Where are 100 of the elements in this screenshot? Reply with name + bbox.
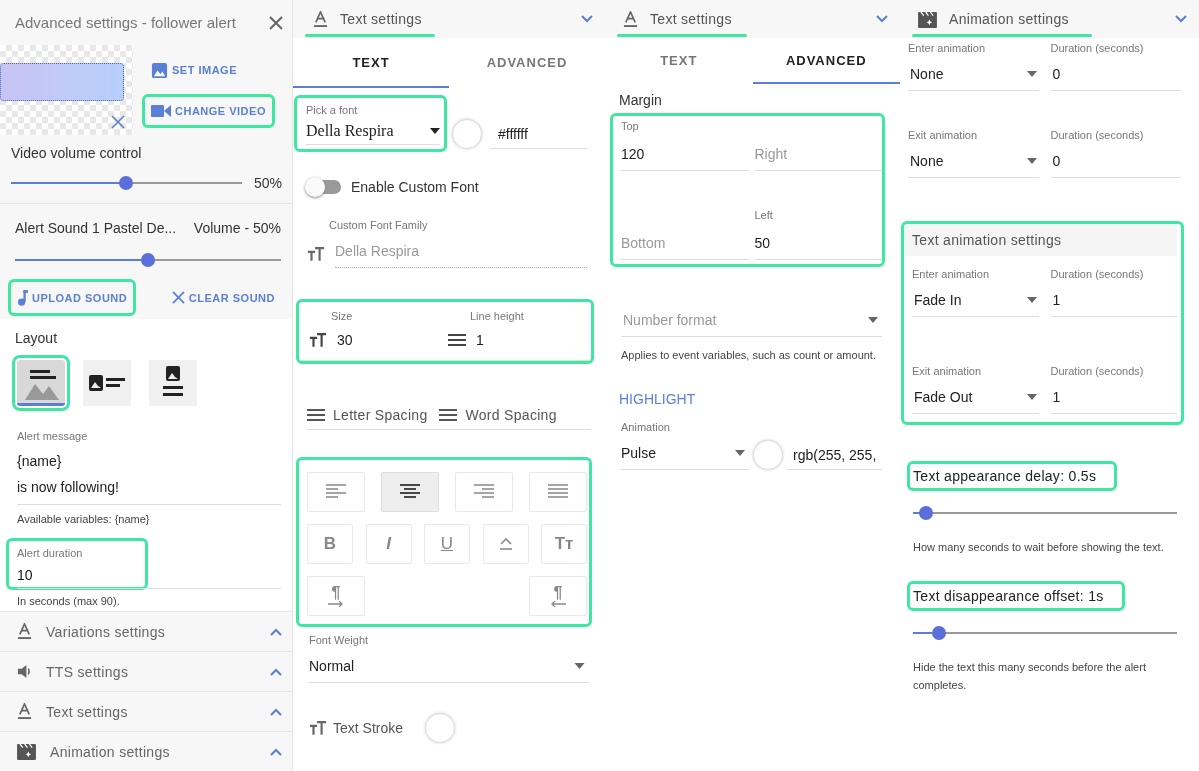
text-size-icon [307, 247, 325, 262]
color-value-field[interactable]: rgb(255, 255, [787, 443, 882, 470]
text-direction-button[interactable]: ¶ [307, 576, 365, 616]
image-icon [151, 61, 168, 79]
helper-text: In seconds (max 90). [16, 595, 121, 607]
text-format-icon [623, 10, 638, 28]
duration-field[interactable]: 0 [1050, 64, 1181, 91]
tab[interactable]: TEXT [293, 38, 449, 88]
remove-icon[interactable] [111, 115, 125, 129]
tab[interactable]: ADVANCED [449, 38, 605, 88]
chevron-up-icon [270, 627, 282, 636]
chevron-down-icon [581, 15, 593, 23]
layout-option[interactable] [83, 360, 131, 406]
style-button[interactable]: Tт [541, 524, 587, 564]
animation-select[interactable]: None [908, 151, 1039, 178]
animation-select[interactable]: None [908, 64, 1039, 91]
sound-button[interactable]: CLEAR SOUND [165, 282, 281, 313]
close-icon[interactable] [268, 14, 284, 31]
spacing-field[interactable]: Letter Spacing [307, 407, 428, 423]
font-select[interactable]: Pick a font Della Respira [297, 98, 444, 149]
color-swatch[interactable] [753, 440, 783, 470]
settings-section-header[interactable]: Variations settings [0, 611, 292, 651]
alert-duration-field[interactable]: Alert duration 10 [9, 541, 145, 587]
align-left-icon [326, 484, 346, 500]
spacing-field[interactable]: Word Spacing [439, 407, 557, 423]
dropdown-arrow-icon [574, 663, 585, 669]
color-hex-field[interactable]: #ffffff [490, 122, 587, 149]
animation-select[interactable]: Fade Out [912, 387, 1039, 414]
helper-text: Applies to event variables, such as count or amount. [621, 349, 877, 361]
align-button[interactable] [381, 472, 439, 512]
size-value[interactable]: 30 [337, 332, 353, 348]
media-button[interactable]: SET IMAGE [145, 54, 243, 86]
text-animation-title: Text animation settings [904, 224, 1177, 256]
section-title: Animation settings [949, 11, 1070, 27]
text-stroke-label: Text Stroke [333, 720, 404, 736]
color-swatch[interactable] [452, 119, 482, 149]
dropdown-arrow-icon [1026, 71, 1037, 77]
duration-field[interactable]: 1 [1050, 387, 1177, 414]
section-header[interactable]: Animation settings [900, 0, 1199, 38]
arrow-right-icon [328, 601, 344, 607]
duration-field[interactable]: 0 [1050, 151, 1181, 178]
dropdown-arrow-icon [868, 317, 878, 323]
style-button[interactable]: B [307, 524, 353, 564]
duration-label: Duration (seconds) [1050, 365, 1145, 377]
chevron-down-icon [1175, 15, 1187, 23]
settings-section-header[interactable]: Animation settings [0, 731, 292, 771]
text-size-icon [309, 720, 327, 736]
alert-message-field[interactable]: {name} is now following! [17, 442, 281, 505]
tab[interactable]: TEXT [605, 38, 753, 84]
dropdown-arrow-icon [430, 128, 440, 134]
font-weight-select[interactable]: Normal [309, 654, 589, 683]
tab[interactable]: ADVANCED [752, 38, 900, 84]
duration-label: Duration (seconds) [1050, 268, 1145, 280]
slider-thumb[interactable] [932, 626, 947, 640]
animation-label: Enter animation [912, 268, 991, 280]
stroke-color-swatch[interactable] [425, 713, 456, 743]
animation-select[interactable]: Pulse [621, 443, 749, 470]
clapperboard-icon [918, 10, 937, 28]
style-button[interactable]: I [365, 524, 412, 564]
line-height-value[interactable]: 1 [476, 332, 484, 348]
helper-text: Hide the text this many seconds before the alert completes. [912, 660, 1147, 693]
font-select-label: Pick a font [306, 104, 359, 116]
text-direction-button[interactable]: ¶ [529, 576, 587, 616]
lines-icon [307, 408, 325, 422]
layout-option[interactable] [149, 360, 197, 406]
chevron-up-icon [270, 747, 282, 756]
margin-label: Top [621, 120, 640, 132]
video-volume-label: Video volume control [11, 145, 143, 161]
duration-label: Duration (seconds) [1050, 42, 1145, 54]
slider-thumb[interactable] [141, 253, 155, 267]
chevron-down-icon [876, 15, 888, 23]
duration-field[interactable]: 1 [1050, 290, 1177, 317]
slider-thumb[interactable] [919, 506, 934, 520]
media-button[interactable]: CHANGE VIDEO [145, 97, 272, 126]
animation-label: Exit animation [908, 129, 979, 141]
sound-button[interactable]: UPLOAD SOUND [11, 282, 134, 313]
settings-section-header[interactable]: Text settings [0, 691, 292, 731]
style-button[interactable]: U [424, 524, 470, 564]
animation-label: Enter animation [908, 42, 987, 54]
size-label: Size [330, 310, 354, 322]
duration-label: Duration (seconds) [1050, 129, 1145, 141]
settings-section-header[interactable]: TTS settings [0, 651, 292, 691]
style-button[interactable] [482, 524, 529, 564]
toggle-switch[interactable] [307, 180, 341, 194]
font-weight-label: Font Weight [309, 634, 370, 646]
animation-select[interactable]: Fade In [912, 290, 1039, 317]
align-justify-icon [548, 484, 568, 500]
align-right-icon [474, 484, 494, 500]
section-header[interactable]: Text settings [293, 0, 605, 38]
video-camera-icon [151, 104, 171, 119]
alert-message-label: Alert message [17, 430, 89, 442]
section-header[interactable]: Text settings [605, 0, 900, 38]
section-title: Text settings [650, 11, 733, 27]
delay-label: Text appearance delay: 0.5s [910, 464, 1115, 488]
alert-sound-name: Alert Sound 1 Pastel De... [15, 220, 177, 236]
custom-font-family-field[interactable]: Della Respira [335, 241, 587, 268]
slider-thumb[interactable] [119, 176, 134, 190]
alert-duration-value: 10 [17, 567, 34, 583]
animation-label: Exit animation [912, 365, 983, 377]
dropdown-arrow-icon [1026, 394, 1037, 400]
